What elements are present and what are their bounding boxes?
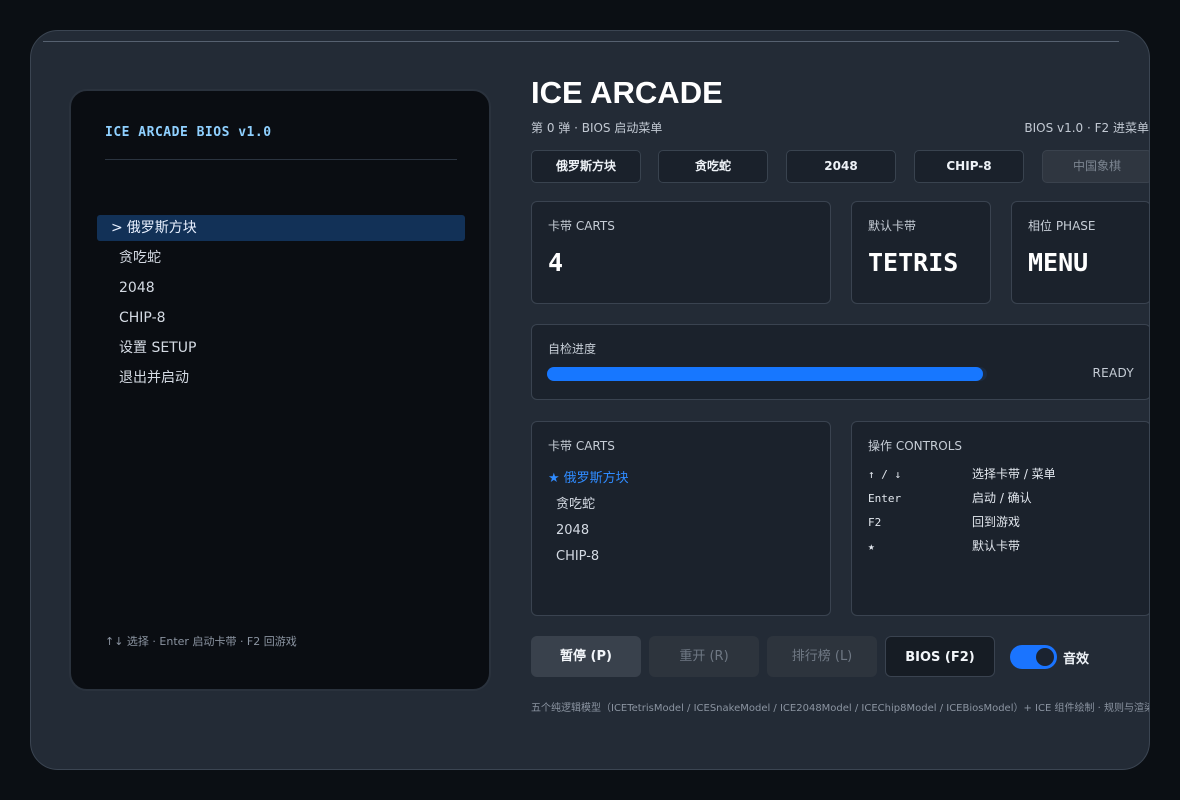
caret-icon: >: [111, 220, 123, 236]
tab-snake[interactable]: 贪吃蛇: [658, 150, 768, 183]
restart-button[interactable]: 重开 (R): [649, 636, 759, 677]
star-icon: ★: [548, 471, 560, 486]
control-key: ↑ / ↓: [868, 468, 902, 481]
bios-menu-item-setup[interactable]: 设置 SETUP: [97, 335, 465, 361]
arcade-device: ICE ARCADE BIOS v1.0 > 俄罗斯方块 贪吃蛇 2048 CHI…: [30, 30, 1150, 770]
bios-menu-item-snake[interactable]: 贪吃蛇: [97, 245, 465, 271]
cart-item-2048[interactable]: 2048: [548, 518, 629, 544]
control-row: Enter 启动 / 确认: [868, 486, 1056, 510]
self-test-panel: 自检进度 READY: [531, 324, 1149, 400]
carts-panel: 卡带 CARTS ★ 俄罗斯方块 贪吃蛇 2048 CHIP-8: [531, 421, 831, 616]
self-test-progress-bar: [547, 367, 987, 381]
carts-count-value: 4: [548, 248, 564, 277]
carts-count-panel: 卡带 CARTS 4: [531, 201, 831, 304]
page-subtitle: 第 0 弹 · BIOS 启动菜单: [531, 121, 663, 135]
self-test-status: READY: [1092, 366, 1134, 380]
phase-value: MENU: [1028, 248, 1089, 277]
bios-screen: ICE ARCADE BIOS v1.0 > 俄罗斯方块 贪吃蛇 2048 CHI…: [69, 89, 491, 691]
tab-2048[interactable]: 2048: [786, 150, 896, 183]
bios-title: ICE ARCADE BIOS v1.0: [105, 125, 272, 140]
control-action: 回到游戏: [972, 515, 1021, 529]
carts-count-label: 卡带 CARTS: [548, 219, 615, 233]
controls-panel-label: 操作 CONTROLS: [868, 439, 963, 453]
leaderboard-button[interactable]: 排行榜 (L): [767, 636, 877, 677]
bios-button[interactable]: BIOS (F2): [885, 636, 995, 677]
control-row: F2 回到游戏: [868, 510, 1056, 534]
control-action: 启动 / 确认: [972, 491, 1032, 505]
control-row: ★ 默认卡带: [868, 534, 1056, 558]
bios-divider: [105, 159, 457, 160]
tab-tetris[interactable]: 俄罗斯方块: [531, 150, 641, 183]
default-cart-label: 默认卡带: [868, 219, 917, 233]
control-row: ↑ / ↓ 选择卡带 / 菜单: [868, 462, 1056, 486]
bios-menu: > 俄罗斯方块 贪吃蛇 2048 CHIP-8 设置 SETUP 退出并启动: [97, 215, 465, 395]
bios-menu-item-2048[interactable]: 2048: [97, 275, 465, 301]
self-test-progress-fill: [547, 367, 983, 381]
version-label: BIOS v1.0 · F2 进菜单: [1024, 121, 1149, 135]
cart-item-label: 俄罗斯方块: [563, 471, 629, 486]
control-key: Enter: [868, 492, 902, 505]
top-divider: [43, 41, 1119, 42]
bios-hint: ↑↓ 选择 · Enter 启动卡带 · F2 回游戏: [105, 635, 297, 648]
carts-list: ★ 俄罗斯方块 贪吃蛇 2048 CHIP-8: [548, 466, 629, 570]
cart-item-chip8[interactable]: CHIP-8: [548, 544, 629, 570]
bios-menu-item-exit[interactable]: 退出并启动: [97, 365, 465, 391]
self-test-label: 自检进度: [548, 342, 597, 356]
bios-menu-item-chip8[interactable]: CHIP-8: [97, 305, 465, 331]
control-key: F2: [868, 516, 882, 529]
bios-menu-item-tetris[interactable]: > 俄罗斯方块: [97, 215, 465, 241]
controls-panel: 操作 CONTROLS ↑ / ↓ 选择卡带 / 菜单 Enter 启动 / 确认 …: [851, 421, 1149, 616]
default-cart-panel: 默认卡带 TETRIS: [851, 201, 991, 304]
tab-chip8[interactable]: CHIP-8: [914, 150, 1024, 183]
sound-toggle-label: 音效: [1063, 652, 1090, 667]
tab-chinese-chess[interactable]: 中国象棋: [1042, 150, 1149, 183]
controls-list: ↑ / ↓ 选择卡带 / 菜单 Enter 启动 / 确认 F2 回到游戏 ★ 默认卡带: [868, 462, 1056, 558]
menu-item-label: 俄罗斯方块: [126, 220, 197, 236]
pause-button[interactable]: 暂停 (P): [531, 636, 641, 677]
sound-toggle[interactable]: [1010, 645, 1057, 669]
toggle-knob: [1036, 648, 1054, 666]
footer-note: 五个纯逻辑模型（ICETetrisModel / ICESnakeModel /…: [531, 703, 1149, 714]
default-cart-value: TETRIS: [868, 248, 959, 277]
control-key: ★: [868, 540, 875, 553]
phase-label: 相位 PHASE: [1028, 219, 1096, 233]
control-action: 默认卡带: [972, 539, 1021, 553]
carts-panel-label: 卡带 CARTS: [548, 439, 615, 453]
cart-item-tetris[interactable]: ★ 俄罗斯方块: [548, 466, 629, 492]
control-action: 选择卡带 / 菜单: [972, 467, 1056, 481]
cart-item-snake[interactable]: 贪吃蛇: [548, 492, 629, 518]
phase-panel: 相位 PHASE MENU: [1011, 201, 1149, 304]
page-title: ICE ARCADE: [531, 75, 723, 110]
